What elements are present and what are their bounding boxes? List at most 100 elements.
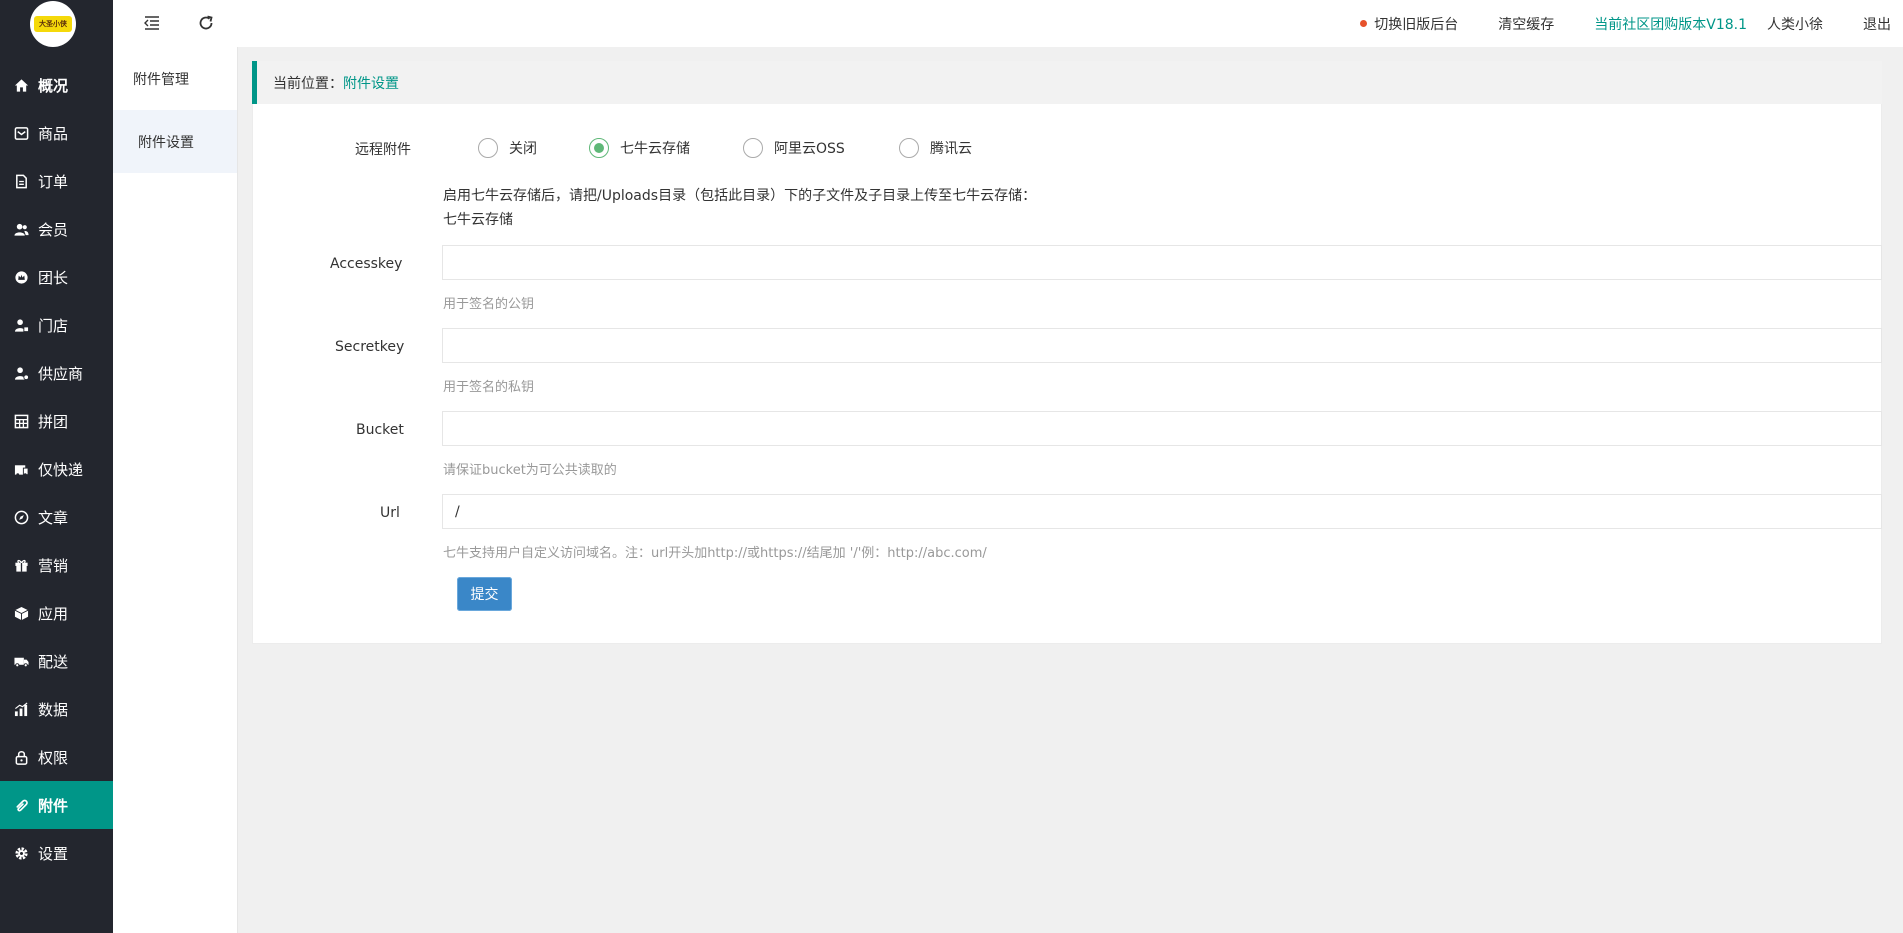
sidebar-item-group-buy[interactable]: 拼团 xyxy=(0,397,113,445)
header-links: 切换旧版后台 清空缓存 当前社区团购版本V18.1 人类小徐 退出 xyxy=(1360,0,1903,47)
top-header: 切换旧版后台 清空缓存 当前社区团购版本V18.1 人类小徐 退出 xyxy=(113,0,1903,47)
radio-option-label: 阿里云OSS xyxy=(774,141,845,157)
sidebar-item-data[interactable]: 数据 xyxy=(0,685,113,733)
secretkey-label: Secretkey xyxy=(335,339,405,355)
url-input[interactable] xyxy=(442,494,1882,529)
subnav-item-label: 附件设置 xyxy=(138,134,194,151)
sidebar-item-label: 附件 xyxy=(38,796,69,815)
sidebar-item-goods[interactable]: 商品 xyxy=(0,109,113,157)
url-help: 七牛支持用户自定义访问域名。注：url开头加http://或https://结尾… xyxy=(443,546,987,561)
sidebar-item-label: 概况 xyxy=(38,76,69,95)
qiniu-notice-line2: 七牛云存储 xyxy=(443,212,513,228)
sidebar-item-attachments[interactable]: 附件 xyxy=(0,781,113,829)
gear-icon xyxy=(13,845,29,861)
main-nav: 概况 商品 订单 会员 团长 门店 供应商 拼团 仅快递 文章 营销 应用 配送… xyxy=(0,61,113,877)
bucket-input[interactable] xyxy=(442,411,1882,446)
sidebar-item-label: 会员 xyxy=(38,220,69,239)
sidebar-item-stores[interactable]: 门店 xyxy=(0,301,113,349)
radio-circle[interactable] xyxy=(899,138,919,158)
sidebar-item-label: 仅快递 xyxy=(38,460,84,479)
sidebar-item-marketing[interactable]: 营销 xyxy=(0,541,113,589)
member-icon xyxy=(13,221,29,237)
radio-option-qiniu[interactable]: 七牛云存储 xyxy=(589,136,690,160)
app-icon xyxy=(13,605,29,621)
sidebar-item-orders[interactable]: 订单 xyxy=(0,157,113,205)
refresh-icon[interactable] xyxy=(195,12,217,34)
radio-option-tencent-cloud[interactable]: 腾讯云 xyxy=(899,136,972,160)
sidebar-item-leaders[interactable]: 团长 xyxy=(0,253,113,301)
brand-logo[interactable]: 大圣小侠 xyxy=(30,1,76,47)
sidebar-item-express[interactable]: 仅快递 xyxy=(0,445,113,493)
sidebar-item-label: 文章 xyxy=(38,508,69,527)
store-icon xyxy=(13,317,29,333)
sidebar-item-label: 营销 xyxy=(38,556,69,575)
accesskey-label: Accesskey xyxy=(330,256,403,272)
sidebar-item-permissions[interactable]: 权限 xyxy=(0,733,113,781)
sidebar-item-label: 权限 xyxy=(38,748,69,767)
bucket-help: 请保证bucket为可公共读取的 xyxy=(443,463,617,478)
version-link[interactable]: 当前社区团购版本V18.1 xyxy=(1594,14,1747,34)
switch-old-version-link[interactable]: 切换旧版后台 xyxy=(1360,14,1458,34)
remote-attachment-label: 远程附件 xyxy=(355,142,411,158)
sidebar-item-label: 订单 xyxy=(38,172,69,191)
main-sidebar: 大圣小侠 概况 商品 订单 会员 团长 门店 供应商 拼团 仅快递 文章 营销 … xyxy=(0,0,113,933)
user-name-link[interactable]: 人类小徐 xyxy=(1767,14,1823,34)
radio-option-label: 关闭 xyxy=(509,141,537,157)
sidebar-item-label: 供应商 xyxy=(38,364,84,383)
sidebar-item-label: 团长 xyxy=(38,268,69,287)
subnav-item-label: 附件管理 xyxy=(133,71,189,88)
sidebar-item-overview[interactable]: 概况 xyxy=(0,61,113,109)
radio-option-aliyun-oss[interactable]: 阿里云OSS xyxy=(743,136,845,160)
switch-old-version-label: 切换旧版后台 xyxy=(1374,16,1459,33)
leader-icon xyxy=(13,269,29,285)
sidebar-item-label: 应用 xyxy=(38,604,69,623)
goods-icon xyxy=(13,125,29,141)
subnav-item-attachment-settings[interactable]: 附件设置 xyxy=(113,110,237,173)
secretkey-help: 用于签名的私钥 xyxy=(443,380,535,395)
clear-cache-link[interactable]: 清空缓存 xyxy=(1498,14,1554,34)
article-icon xyxy=(13,509,29,525)
sidebar-item-label: 数据 xyxy=(38,700,69,719)
sidebar-item-label: 门店 xyxy=(38,316,69,335)
status-dot xyxy=(1360,20,1368,27)
radio-circle[interactable] xyxy=(743,138,763,158)
radio-option-label: 七牛云存储 xyxy=(620,141,690,157)
home-icon xyxy=(13,77,29,93)
radio-option-label: 腾讯云 xyxy=(930,141,972,157)
sidebar-item-apps[interactable]: 应用 xyxy=(0,589,113,637)
group-icon xyxy=(13,413,29,429)
brand-logo-mark: 大圣小侠 xyxy=(34,16,72,32)
accesskey-help: 用于签名的公钥 xyxy=(443,297,535,312)
lock-icon xyxy=(13,749,29,765)
submit-button[interactable]: 提交 xyxy=(457,577,512,611)
chart-icon xyxy=(13,701,29,717)
sidebar-item-label: 拼团 xyxy=(38,412,69,431)
radio-circle[interactable] xyxy=(478,138,498,158)
qiniu-notice-line1: 启用七牛云存储后，请把/Uploads目录（包括此目录）下的子文件及子目录上传至… xyxy=(443,188,1037,204)
breadcrumb-current[interactable]: 附件设置 xyxy=(343,73,399,93)
sidebar-item-articles[interactable]: 文章 xyxy=(0,493,113,541)
radio-circle-checked[interactable] xyxy=(589,138,609,158)
radio-option-off[interactable]: 关闭 xyxy=(478,136,537,160)
sidebar-item-label: 设置 xyxy=(38,844,69,863)
sidebar-item-label: 商品 xyxy=(38,124,69,143)
bucket-label: Bucket xyxy=(356,422,404,438)
sidebar-item-delivery[interactable]: 配送 xyxy=(0,637,113,685)
sidebar-item-members[interactable]: 会员 xyxy=(0,205,113,253)
logout-link[interactable]: 退出 xyxy=(1863,14,1903,34)
secondary-sidebar: 附件管理 附件设置 xyxy=(113,47,238,933)
secretkey-input[interactable] xyxy=(442,328,1882,363)
attachment-icon xyxy=(13,797,29,813)
sidebar-item-settings[interactable]: 设置 xyxy=(0,829,113,877)
breadcrumb: 当前位置： 附件设置 xyxy=(252,61,1882,104)
truck-icon xyxy=(13,653,29,669)
sidebar-item-suppliers[interactable]: 供应商 xyxy=(0,349,113,397)
breadcrumb-prefix: 当前位置： xyxy=(273,75,343,92)
express-icon xyxy=(13,461,29,477)
supplier-icon xyxy=(13,365,29,381)
accesskey-input[interactable] xyxy=(442,245,1882,280)
order-icon xyxy=(13,173,29,189)
collapse-menu-icon[interactable] xyxy=(141,12,163,34)
sidebar-item-label: 配送 xyxy=(38,652,69,671)
subnav-item-attachment-management[interactable]: 附件管理 xyxy=(113,47,237,110)
